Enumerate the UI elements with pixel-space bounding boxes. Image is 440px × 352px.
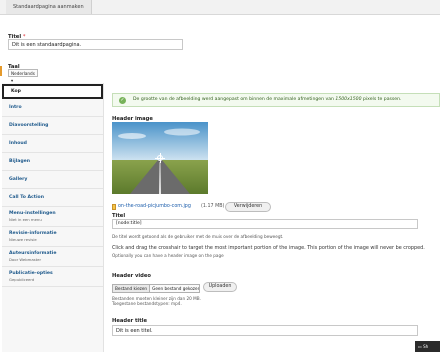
image-title-help: De titel wordt getoond als de gebruiker … bbox=[112, 234, 284, 239]
vtab-revision-info[interactable]: Revisie-informatie Nieuwe revisie bbox=[2, 227, 103, 247]
header-video-label: Header video bbox=[112, 273, 151, 279]
video-file-picker[interactable]: Bestand kiezen Geen bestand gekozen bbox=[112, 284, 200, 293]
vtab-kop[interactable]: Kop bbox=[2, 84, 103, 99]
image-title-input[interactable]: [node:title] bbox=[112, 219, 418, 229]
status-message: ✓ De grootte van de afbeelding werd aang… bbox=[112, 93, 440, 107]
tab-standard-page-create[interactable]: Standaardpagina aanmaken bbox=[6, 0, 92, 14]
crop-help: Click and drag the crosshair to target t… bbox=[112, 245, 425, 251]
header-title-label: Header title bbox=[112, 318, 147, 324]
image-file-link[interactable]: on-the-road-picjumbo-com.jpg bbox=[118, 204, 191, 209]
file-icon bbox=[112, 204, 116, 210]
no-file-chosen: Geen bestand gekozen bbox=[152, 286, 200, 291]
crop-help-sub: Optionally you can have a header image o… bbox=[112, 253, 224, 258]
video-type-help: Toegestane bestandstypen: mp4. bbox=[112, 301, 182, 306]
vtab-call-to-action[interactable]: Call To Action bbox=[2, 189, 103, 207]
chat-icon: ▭ bbox=[418, 344, 422, 349]
remove-image-button[interactable]: Verwijderen bbox=[225, 202, 271, 212]
top-bar: Standaardpagina aanmaken bbox=[0, 0, 440, 15]
vtab-intro[interactable]: Intro bbox=[2, 99, 103, 117]
corner-widget[interactable]: ▭ Sh bbox=[415, 341, 440, 352]
vtab-gallery[interactable]: Gallery bbox=[2, 171, 103, 189]
choose-file-button[interactable]: Bestand kiezen bbox=[113, 285, 151, 292]
vertical-tabs: Kop Intro Diavoorstelling Inhoud Bijlage… bbox=[2, 83, 104, 352]
vtab-diavoorstelling[interactable]: Diavoorstelling bbox=[2, 117, 103, 135]
vtab-publishing-options[interactable]: Publicatie-opties Gepubliceerd bbox=[2, 267, 103, 287]
vtab-author-info[interactable]: Auteursinformatie Door Webmaster bbox=[2, 247, 103, 267]
header-title-input[interactable]: Dit is een titel. bbox=[112, 325, 418, 336]
vtab-inhoud[interactable]: Inhoud bbox=[2, 135, 103, 153]
focus-marker bbox=[0, 66, 2, 76]
check-icon: ✓ bbox=[119, 97, 126, 104]
language-select[interactable]: Nederlands ▾ bbox=[8, 69, 38, 83]
vtab-menu-settings[interactable]: Menu-instellingen Niet in een menu bbox=[2, 207, 103, 227]
upload-button[interactable]: Uploaden bbox=[203, 282, 237, 292]
image-file-size: (1.17 MB) bbox=[201, 204, 225, 209]
title-input[interactable]: Dit is een standaardpagina. bbox=[8, 39, 183, 50]
vtab-bijlagen[interactable]: Bijlagen bbox=[2, 153, 103, 171]
crop-crosshair-icon[interactable] bbox=[155, 153, 165, 163]
